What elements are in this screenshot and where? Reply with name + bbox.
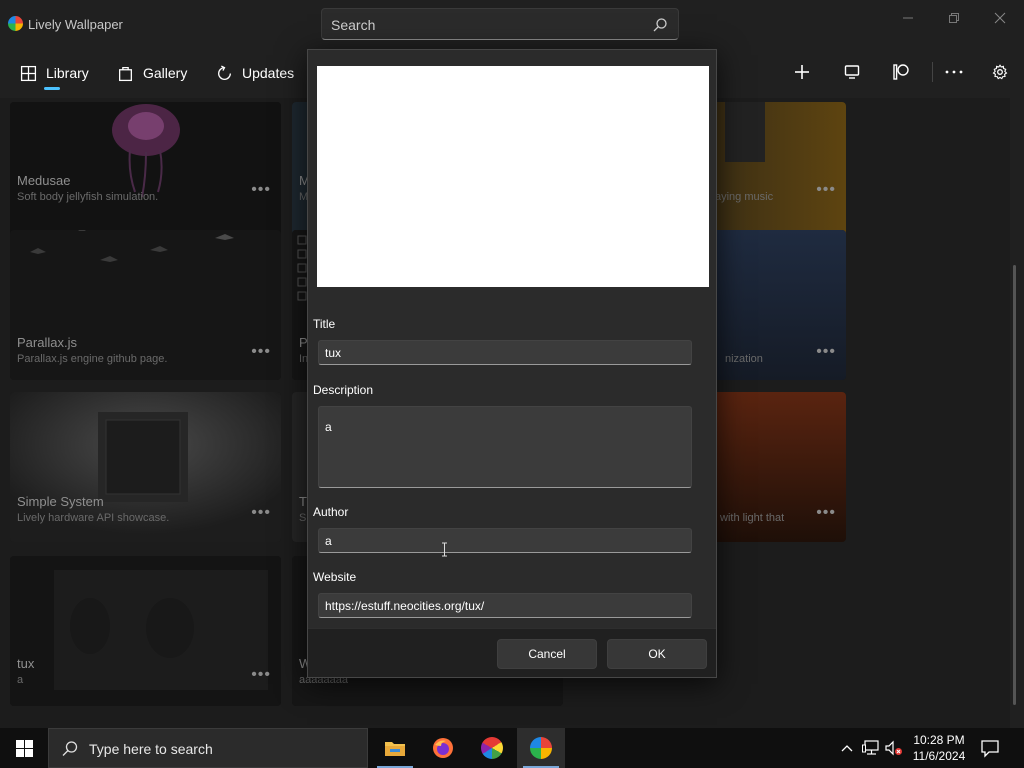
- cancel-button[interactable]: Cancel: [497, 639, 597, 669]
- library-scrollbar[interactable]: [1013, 265, 1016, 705]
- card-more-button[interactable]: •••: [251, 666, 271, 684]
- taskbar-app-lively[interactable]: [517, 728, 565, 768]
- description-field[interactable]: a: [318, 406, 692, 488]
- card-more-button[interactable]: •••: [816, 504, 836, 522]
- author-field[interactable]: [318, 528, 692, 553]
- card-description: a: [17, 674, 24, 686]
- card-more-button[interactable]: •••: [251, 343, 271, 361]
- network-icon: [862, 740, 879, 755]
- file-explorer-icon: [385, 742, 405, 756]
- network-tray-button[interactable]: [861, 738, 881, 758]
- taskbar-clock[interactable]: 10:28 PM 11/6/2024: [906, 732, 972, 764]
- wallpaper-card[interactable]: Parallax.js Parallax.js engine github pa…: [10, 230, 281, 380]
- monitor-icon: [844, 65, 860, 79]
- app-title: Lively Wallpaper: [28, 17, 123, 32]
- bag-icon: [119, 66, 132, 81]
- gear-icon: [992, 64, 1008, 80]
- ok-button[interactable]: OK: [607, 639, 707, 669]
- patreon-button[interactable]: [885, 58, 917, 86]
- search-icon[interactable]: [652, 17, 668, 33]
- restore-icon: [949, 13, 959, 23]
- wallpaper-thumbnail: [10, 556, 281, 706]
- card-more-button[interactable]: •••: [251, 181, 271, 199]
- more-icon: [945, 70, 963, 74]
- notification-icon: [981, 740, 999, 758]
- restore-button[interactable]: [931, 4, 977, 32]
- card-more-button[interactable]: •••: [816, 343, 836, 361]
- text-cursor-icon: [442, 542, 447, 557]
- edit-wallpaper-dialog: Title Description a Author Website Cance…: [307, 49, 717, 678]
- nav-item-library[interactable]: Library: [20, 48, 89, 98]
- wallpaper-card[interactable]: Simple System Lively hardware API showca…: [10, 392, 281, 542]
- color-wheel-icon: [481, 737, 503, 759]
- nav-selection-indicator: [44, 87, 60, 90]
- card-description: Soft body jellyfish simulation.: [17, 191, 159, 203]
- nav-item-gallery[interactable]: Gallery: [117, 48, 187, 98]
- card-more-button[interactable]: •••: [816, 181, 836, 199]
- taskbar-app-firefox[interactable]: [419, 728, 467, 768]
- card-description: Lively hardware API showcase.: [17, 512, 170, 524]
- close-icon: [994, 12, 1006, 24]
- card-title: Parallax.js: [17, 335, 77, 350]
- chevron-up-icon: [841, 745, 853, 752]
- lively-icon: [530, 737, 552, 759]
- minimize-icon: [903, 17, 913, 19]
- taskbar: Type here to search 10:28 PM 11/6/2024: [0, 728, 1024, 768]
- search-icon: [62, 741, 78, 756]
- clock-time: 10:28 PM: [913, 733, 965, 747]
- title-field[interactable]: [318, 340, 692, 365]
- wallpaper-card[interactable]: tux a •••: [10, 556, 281, 706]
- wallpaper-preview-image[interactable]: [317, 66, 709, 287]
- title-bar: Lively Wallpaper: [0, 0, 1024, 48]
- card-title: T: [299, 494, 307, 509]
- patreon-icon: [893, 64, 909, 80]
- card-description: aying music: [715, 191, 774, 203]
- settings-button[interactable]: [984, 58, 1016, 86]
- nav-item-label: Library: [46, 65, 89, 81]
- dialog-footer: Cancel OK: [308, 628, 716, 677]
- card-more-button[interactable]: •••: [251, 504, 271, 522]
- nav-item-updates[interactable]: Updates: [216, 48, 294, 98]
- firefox-icon: [433, 738, 453, 758]
- show-hidden-icons-button[interactable]: [837, 738, 857, 758]
- more-options-button[interactable]: [938, 58, 970, 86]
- taskbar-search-placeholder: Type here to search: [89, 741, 213, 757]
- start-button[interactable]: [0, 728, 48, 768]
- card-title: tux: [17, 656, 35, 671]
- search-box[interactable]: [321, 8, 679, 40]
- taskbar-app-color-wheel[interactable]: [468, 728, 516, 768]
- plus-icon: [795, 65, 809, 79]
- notification-center-button[interactable]: [980, 738, 1002, 758]
- card-description: Parallax.js engine github page.: [17, 353, 168, 365]
- minimize-button[interactable]: [885, 4, 931, 32]
- website-field[interactable]: [318, 593, 692, 618]
- author-label: Author: [313, 505, 349, 519]
- nav-item-label: Gallery: [143, 65, 188, 81]
- close-button[interactable]: [977, 4, 1023, 32]
- card-title: Medusae: [17, 173, 71, 188]
- card-description: S: [299, 512, 307, 524]
- website-label: Website: [313, 570, 357, 584]
- description-label: Description: [313, 383, 374, 397]
- card-description: nization: [725, 353, 763, 365]
- volume-muted-icon: [885, 740, 902, 756]
- refresh-icon: [218, 64, 231, 80]
- search-input[interactable]: [331, 15, 631, 35]
- grid-icon: [20, 65, 37, 81]
- taskbar-app-file-explorer[interactable]: [371, 728, 419, 768]
- card-title: Simple System: [17, 494, 104, 509]
- card-description: with light that: [720, 512, 785, 524]
- app-logo-icon: [8, 16, 23, 31]
- nav-item-label: Updates: [242, 65, 295, 81]
- windows-logo-icon: [15, 739, 33, 757]
- volume-tray-button[interactable]: [884, 738, 904, 758]
- taskbar-search-box[interactable]: Type here to search: [48, 728, 368, 768]
- add-wallpaper-button[interactable]: [786, 58, 818, 86]
- toolbar-separator: [932, 62, 933, 82]
- title-label: Title: [313, 317, 336, 331]
- screen-layout-button[interactable]: [836, 58, 868, 86]
- clock-date: 11/6/2024: [912, 749, 966, 763]
